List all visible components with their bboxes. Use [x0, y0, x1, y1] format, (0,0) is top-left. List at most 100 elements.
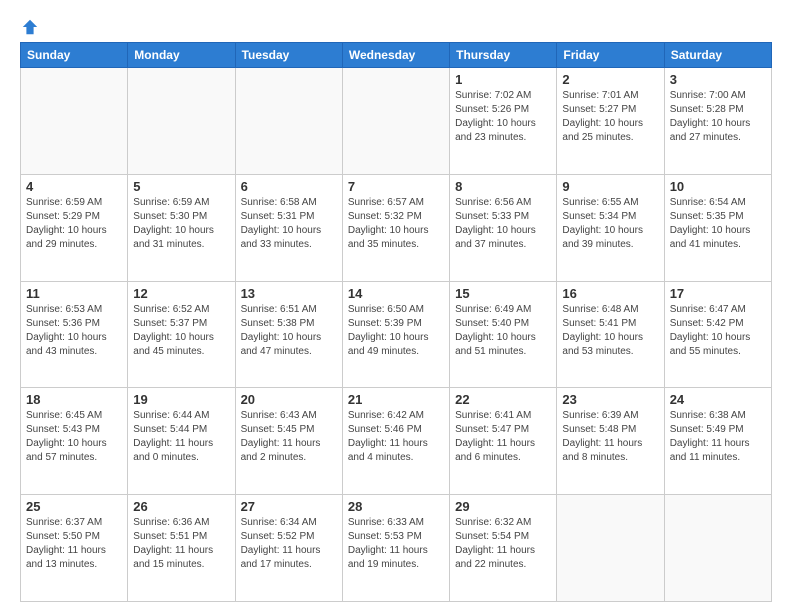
day-detail: Sunrise: 6:41 AM Sunset: 5:47 PM Dayligh… — [455, 409, 551, 465]
calendar-cell: 16 Sunrise: 6:48 AM Sunset: 5:41 PM Dayli… — [557, 281, 664, 388]
day-number: 22 — [455, 392, 551, 407]
calendar-cell: 4 Sunrise: 6:59 AM Sunset: 5:29 PM Daylig… — [21, 174, 128, 281]
header — [20, 18, 772, 32]
day-number: 14 — [348, 286, 444, 301]
weekday-header: Wednesday — [342, 43, 449, 68]
calendar-week-row: 25Sunrise: 6:37 AM Sunset: 5:50 PM Dayli… — [21, 495, 772, 602]
day-number: 23 — [562, 392, 658, 407]
calendar-table: SundayMondayTuesdayWednesdayThursdayFrid… — [20, 42, 772, 602]
day-number: 29 — [455, 499, 551, 514]
calendar-cell: 10Sunrise: 6:54 AM Sunset: 5:35 PM Dayli… — [664, 174, 771, 281]
calendar-cell — [235, 68, 342, 175]
day-detail: Sunrise: 6:59 AM Sunset: 5:30 PM Dayligh… — [133, 196, 229, 252]
day-detail: Sunrise: 6:47 AM Sunset: 5:42 PM Dayligh… — [670, 303, 766, 359]
weekday-header: Sunday — [21, 43, 128, 68]
day-detail: Sunrise: 6:49 AM Sunset: 5:40 PM Dayligh… — [455, 303, 551, 359]
day-detail: Sunrise: 6:34 AM Sunset: 5:52 PM Dayligh… — [241, 516, 337, 572]
day-detail: Sunrise: 6:39 AM Sunset: 5:48 PM Dayligh… — [562, 409, 658, 465]
calendar-cell — [664, 495, 771, 602]
calendar-cell: 22 Sunrise: 6:41 AM Sunset: 5:47 PM Dayli… — [450, 388, 557, 495]
day-detail: Sunrise: 7:00 AM Sunset: 5:28 PM Dayligh… — [670, 89, 766, 145]
day-number: 10 — [670, 179, 766, 194]
day-detail: Sunrise: 6:56 AM Sunset: 5:33 PM Dayligh… — [455, 196, 551, 252]
day-number: 5 — [133, 179, 229, 194]
day-number: 20 — [241, 392, 337, 407]
day-number: 1 — [455, 72, 551, 87]
day-number: 7 — [348, 179, 444, 194]
day-detail: Sunrise: 6:32 AM Sunset: 5:54 PM Dayligh… — [455, 516, 551, 572]
weekday-header: Friday — [557, 43, 664, 68]
day-number: 4 — [26, 179, 122, 194]
weekday-header: Monday — [128, 43, 235, 68]
calendar-cell: 17 Sunrise: 6:47 AM Sunset: 5:42 PM Dayli… — [664, 281, 771, 388]
day-detail: Sunrise: 6:37 AM Sunset: 5:50 PM Dayligh… — [26, 516, 122, 572]
calendar-week-row: 11 Sunrise: 6:53 AM Sunset: 5:36 PM Dayli… — [21, 281, 772, 388]
day-number: 6 — [241, 179, 337, 194]
day-number: 19 — [133, 392, 229, 407]
calendar-cell: 21 Sunrise: 6:42 AM Sunset: 5:46 PM Dayli… — [342, 388, 449, 495]
day-number: 21 — [348, 392, 444, 407]
day-detail: Sunrise: 6:53 AM Sunset: 5:36 PM Dayligh… — [26, 303, 122, 359]
calendar-cell: 27 Sunrise: 6:34 AM Sunset: 5:52 PM Dayli… — [235, 495, 342, 602]
calendar-header-row: SundayMondayTuesdayWednesdayThursdayFrid… — [21, 43, 772, 68]
calendar-cell: 1 Sunrise: 7:02 AM Sunset: 5:26 PM Daylig… — [450, 68, 557, 175]
day-number: 27 — [241, 499, 337, 514]
calendar-cell — [128, 68, 235, 175]
day-detail: Sunrise: 6:44 AM Sunset: 5:44 PM Dayligh… — [133, 409, 229, 465]
day-detail: Sunrise: 6:43 AM Sunset: 5:45 PM Dayligh… — [241, 409, 337, 465]
day-number: 2 — [562, 72, 658, 87]
calendar-cell: 28Sunrise: 6:33 AM Sunset: 5:53 PM Dayli… — [342, 495, 449, 602]
calendar-cell: 26Sunrise: 6:36 AM Sunset: 5:51 PM Dayli… — [128, 495, 235, 602]
day-detail: Sunrise: 7:02 AM Sunset: 5:26 PM Dayligh… — [455, 89, 551, 145]
logo — [20, 18, 39, 32]
calendar-cell: 24 Sunrise: 6:38 AM Sunset: 5:49 PM Dayli… — [664, 388, 771, 495]
day-number: 3 — [670, 72, 766, 87]
calendar-cell: 5 Sunrise: 6:59 AM Sunset: 5:30 PM Daylig… — [128, 174, 235, 281]
day-detail: Sunrise: 6:48 AM Sunset: 5:41 PM Dayligh… — [562, 303, 658, 359]
calendar-cell — [342, 68, 449, 175]
day-number: 28 — [348, 499, 444, 514]
calendar-cell: 14 Sunrise: 6:50 AM Sunset: 5:39 PM Dayli… — [342, 281, 449, 388]
calendar-cell: 20 Sunrise: 6:43 AM Sunset: 5:45 PM Dayli… — [235, 388, 342, 495]
calendar-cell: 7 Sunrise: 6:57 AM Sunset: 5:32 PM Daylig… — [342, 174, 449, 281]
day-detail: Sunrise: 6:42 AM Sunset: 5:46 PM Dayligh… — [348, 409, 444, 465]
day-detail: Sunrise: 6:38 AM Sunset: 5:49 PM Dayligh… — [670, 409, 766, 465]
day-number: 11 — [26, 286, 122, 301]
calendar-cell: 12 Sunrise: 6:52 AM Sunset: 5:37 PM Dayli… — [128, 281, 235, 388]
day-number: 16 — [562, 286, 658, 301]
day-number: 13 — [241, 286, 337, 301]
calendar-cell: 11 Sunrise: 6:53 AM Sunset: 5:36 PM Dayli… — [21, 281, 128, 388]
calendar-cell: 2Sunrise: 7:01 AM Sunset: 5:27 PM Daylig… — [557, 68, 664, 175]
calendar-week-row: 18 Sunrise: 6:45 AM Sunset: 5:43 PM Dayli… — [21, 388, 772, 495]
calendar-cell: 8 Sunrise: 6:56 AM Sunset: 5:33 PM Daylig… — [450, 174, 557, 281]
day-detail: Sunrise: 6:45 AM Sunset: 5:43 PM Dayligh… — [26, 409, 122, 465]
calendar-cell — [557, 495, 664, 602]
calendar-week-row: 4 Sunrise: 6:59 AM Sunset: 5:29 PM Daylig… — [21, 174, 772, 281]
day-detail: Sunrise: 6:52 AM Sunset: 5:37 PM Dayligh… — [133, 303, 229, 359]
day-number: 17 — [670, 286, 766, 301]
day-detail: Sunrise: 6:59 AM Sunset: 5:29 PM Dayligh… — [26, 196, 122, 252]
calendar-cell: 6 Sunrise: 6:58 AM Sunset: 5:31 PM Daylig… — [235, 174, 342, 281]
day-detail: Sunrise: 6:57 AM Sunset: 5:32 PM Dayligh… — [348, 196, 444, 252]
page: SundayMondayTuesdayWednesdayThursdayFrid… — [0, 0, 792, 612]
day-detail: Sunrise: 6:55 AM Sunset: 5:34 PM Dayligh… — [562, 196, 658, 252]
weekday-header: Saturday — [664, 43, 771, 68]
calendar-cell: 23 Sunrise: 6:39 AM Sunset: 5:48 PM Dayli… — [557, 388, 664, 495]
day-detail: Sunrise: 6:58 AM Sunset: 5:31 PM Dayligh… — [241, 196, 337, 252]
calendar-cell: 13Sunrise: 6:51 AM Sunset: 5:38 PM Dayli… — [235, 281, 342, 388]
day-detail: Sunrise: 6:50 AM Sunset: 5:39 PM Dayligh… — [348, 303, 444, 359]
day-number: 15 — [455, 286, 551, 301]
calendar-cell: 19 Sunrise: 6:44 AM Sunset: 5:44 PM Dayli… — [128, 388, 235, 495]
calendar-cell: 9 Sunrise: 6:55 AM Sunset: 5:34 PM Daylig… — [557, 174, 664, 281]
day-number: 9 — [562, 179, 658, 194]
calendar-cell: 3 Sunrise: 7:00 AM Sunset: 5:28 PM Daylig… — [664, 68, 771, 175]
calendar-cell: 15 Sunrise: 6:49 AM Sunset: 5:40 PM Dayli… — [450, 281, 557, 388]
day-number: 8 — [455, 179, 551, 194]
day-number: 24 — [670, 392, 766, 407]
calendar-week-row: 1 Sunrise: 7:02 AM Sunset: 5:26 PM Daylig… — [21, 68, 772, 175]
day-number: 12 — [133, 286, 229, 301]
calendar-cell: 29 Sunrise: 6:32 AM Sunset: 5:54 PM Dayli… — [450, 495, 557, 602]
day-number: 18 — [26, 392, 122, 407]
calendar-cell: 25Sunrise: 6:37 AM Sunset: 5:50 PM Dayli… — [21, 495, 128, 602]
logo-icon — [21, 18, 39, 36]
